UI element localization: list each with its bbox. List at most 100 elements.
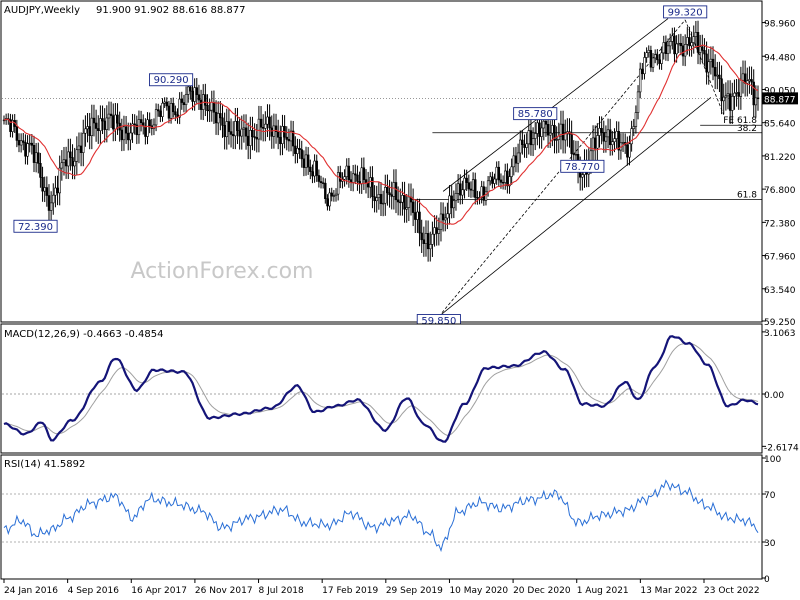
candle-body	[206, 104, 209, 112]
candle-body	[354, 173, 357, 176]
candle-body	[69, 151, 72, 158]
candle-body	[189, 86, 192, 92]
candle-body	[701, 46, 704, 51]
candle-body	[268, 116, 271, 129]
candle-body	[435, 227, 438, 234]
rsi-axis-label: 30	[764, 539, 776, 549]
swing-label-text: 85.780	[518, 109, 553, 120]
macd-axis-label: -2.6174	[764, 443, 799, 453]
candle-body	[390, 194, 393, 197]
candle-body	[92, 117, 96, 124]
candle-body	[448, 195, 451, 215]
price-axis-label: 85.640	[764, 120, 796, 130]
candle-body	[696, 32, 700, 53]
time-axis-label: 29 Sep 2019	[386, 586, 443, 596]
candle-body	[739, 79, 743, 97]
time-axis-label: 26 Nov 2017	[195, 586, 253, 596]
candle-body	[474, 179, 477, 198]
candle-body	[495, 166, 498, 180]
candle-body	[598, 128, 601, 136]
candle-body	[73, 160, 76, 167]
time-axis-label: 10 May 2020	[449, 586, 508, 596]
price-ohlc-label: 91.900 91.902 88.616 88.877	[96, 5, 246, 16]
candle-body	[546, 124, 550, 136]
candle-body	[99, 118, 102, 132]
current-price-value: 88.877	[764, 95, 796, 105]
candle-body	[240, 128, 243, 137]
candle-body	[716, 74, 719, 77]
candle-body	[647, 50, 650, 53]
candle-body	[437, 229, 441, 234]
candle-body	[324, 182, 327, 200]
candle-body	[426, 233, 430, 250]
price-axis-label: 63.540	[764, 286, 796, 296]
candle-body	[330, 192, 333, 197]
candle-body	[54, 187, 57, 196]
candle-body	[309, 166, 312, 172]
candle-body	[127, 132, 130, 141]
candle-body	[82, 132, 85, 153]
candle-body	[120, 129, 124, 141]
fib-level-label: 61.8	[737, 191, 757, 201]
candle-body	[304, 154, 308, 168]
price-panel-title: AUDJPY,Weekly	[4, 5, 80, 16]
rsi-panel-title: RSI(14) 41.5892	[4, 459, 85, 470]
candle-body	[538, 122, 541, 137]
candle-body	[662, 42, 665, 54]
candle-body	[570, 133, 573, 154]
candle-body	[688, 37, 691, 47]
candle-body	[148, 119, 151, 127]
price-axis-label: 72.380	[764, 219, 796, 229]
candle-body	[489, 176, 492, 182]
candle-body	[75, 149, 79, 162]
candle-body	[467, 182, 471, 190]
candle-body	[79, 145, 83, 153]
candle-body	[26, 143, 29, 157]
candle-body	[613, 138, 616, 143]
candle-body	[707, 61, 710, 73]
candle-body	[197, 94, 201, 101]
candle-body	[484, 191, 488, 201]
candle-body	[476, 197, 479, 199]
rsi-axis-label: 0	[764, 575, 770, 585]
candle-body	[381, 202, 385, 205]
candle-body	[424, 233, 428, 244]
candle-body	[212, 101, 216, 113]
candle-body	[666, 45, 670, 54]
candle-body	[88, 126, 91, 137]
candle-body	[366, 182, 370, 188]
candle-body	[604, 136, 608, 142]
price-axis-label: 81.220	[764, 153, 796, 163]
candle-body	[223, 125, 226, 138]
candle-body	[214, 111, 218, 124]
candle-body	[172, 103, 175, 113]
chart-root: ActionForex.com 61.838.2FE 61.8 90.29072…	[0, 0, 800, 600]
candle-body	[257, 118, 261, 140]
macd-panel-frame	[0, 323, 763, 454]
candle-body	[544, 120, 548, 125]
candle-body	[294, 145, 297, 154]
candle-body	[28, 142, 31, 145]
candle-body	[159, 110, 162, 117]
candle-body	[482, 186, 486, 201]
candle-body	[632, 126, 635, 129]
candle-body	[386, 187, 389, 194]
candle-body	[287, 139, 291, 142]
candle-body	[589, 150, 593, 162]
candle-body	[403, 195, 406, 210]
candle-body	[116, 114, 119, 124]
candle-body	[43, 187, 46, 192]
candle-body	[645, 52, 648, 58]
candle-body	[133, 123, 136, 126]
candle-body	[638, 68, 642, 93]
candle-body	[64, 159, 68, 167]
candle-body	[144, 125, 147, 137]
candle-body	[720, 78, 723, 102]
candle-body	[594, 137, 597, 149]
candle-body	[621, 142, 625, 144]
candle-body	[146, 119, 149, 137]
candle-body	[752, 81, 755, 106]
candle-body	[456, 183, 460, 194]
time-axis-label: 13 Mar 2022	[640, 586, 697, 596]
time-axis-label: 8 Jul 2018	[259, 586, 304, 596]
